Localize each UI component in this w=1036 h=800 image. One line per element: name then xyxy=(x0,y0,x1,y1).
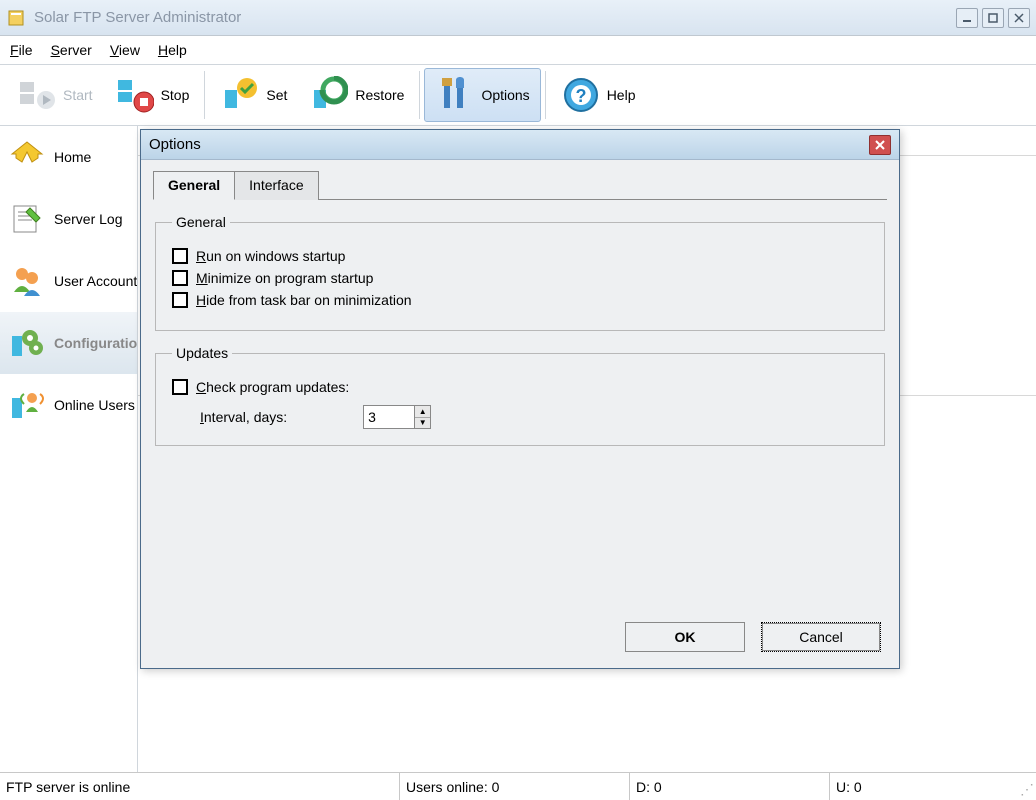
stop-button[interactable]: Stop xyxy=(104,68,201,122)
toolbar-separator xyxy=(204,71,205,119)
sidebar-item-label: Online Users xyxy=(54,397,135,413)
sidebar-item-online[interactable]: Online Users xyxy=(0,374,137,436)
sidebar-item-config[interactable]: Configuration xyxy=(0,312,137,374)
tab-general[interactable]: General xyxy=(153,171,235,200)
menu-view[interactable]: View xyxy=(110,42,140,58)
menu-file[interactable]: File xyxy=(10,42,33,58)
dialog-buttons: OK Cancel xyxy=(625,622,881,652)
restore-icon xyxy=(309,75,349,115)
hide-taskbar-row[interactable]: Hide from task bar on minimization xyxy=(172,292,868,308)
sidebar-item-label: Configuration xyxy=(54,335,137,351)
sidebar-item-label: Server Log xyxy=(54,211,122,227)
check-updates-checkbox[interactable] xyxy=(172,379,188,395)
maximize-button[interactable] xyxy=(982,8,1004,28)
sidebar-item-home[interactable]: Home xyxy=(0,126,137,188)
minimize-button[interactable] xyxy=(956,8,978,28)
check-updates-row[interactable]: Check program updates: xyxy=(172,379,868,395)
toolbar: Start Stop Set Restore Options ? Help xyxy=(0,64,1036,126)
help-label: Help xyxy=(607,87,636,103)
run-startup-checkbox[interactable] xyxy=(172,248,188,264)
log-icon xyxy=(8,200,46,238)
stop-icon xyxy=(115,75,155,115)
start-label: Start xyxy=(63,87,93,103)
run-startup-label: Run on windows startup xyxy=(196,248,345,264)
start-icon xyxy=(17,75,57,115)
config-icon xyxy=(8,324,46,362)
spinner-down[interactable]: ▼ xyxy=(415,418,430,429)
tabstrip: General Interface xyxy=(153,170,887,200)
hide-taskbar-checkbox[interactable] xyxy=(172,292,188,308)
app-icon xyxy=(6,8,26,28)
updates-legend: Updates xyxy=(172,345,232,361)
interval-input[interactable] xyxy=(364,406,414,428)
resize-grip[interactable]: ⋰ xyxy=(1018,773,1036,800)
menubar: File Server View Help xyxy=(0,36,1036,64)
close-button[interactable] xyxy=(1008,8,1030,28)
start-button[interactable]: Start xyxy=(6,68,104,122)
restore-button[interactable]: Restore xyxy=(298,68,415,122)
home-icon xyxy=(8,138,46,176)
options-dialog: Options General Interface General Run on… xyxy=(140,129,900,669)
min-startup-checkbox[interactable] xyxy=(172,270,188,286)
min-startup-label: Minimize on program startup xyxy=(196,270,373,286)
dialog-titlebar[interactable]: Options xyxy=(141,130,899,160)
updates-group: Updates Check program updates: Interval,… xyxy=(155,345,885,446)
min-startup-row[interactable]: Minimize on program startup xyxy=(172,270,868,286)
menu-help[interactable]: Help xyxy=(158,42,187,58)
dialog-close-button[interactable] xyxy=(869,135,891,155)
sidebar-item-users[interactable]: User Accounts xyxy=(0,250,137,312)
help-button[interactable]: ? Help xyxy=(550,68,647,122)
stop-label: Stop xyxy=(161,87,190,103)
set-label: Set xyxy=(266,87,287,103)
interval-spinner[interactable]: ▲ ▼ xyxy=(363,405,431,429)
help-icon: ? xyxy=(561,75,601,115)
sidebar-item-serverlog[interactable]: Server Log xyxy=(0,188,137,250)
status-d: D: 0 xyxy=(630,773,830,800)
spinner-buttons: ▲ ▼ xyxy=(414,406,430,428)
sidebar-item-label: User Accounts xyxy=(54,273,137,289)
svg-text:?: ? xyxy=(575,86,586,106)
status-u: U: 0 xyxy=(830,773,1018,800)
cancel-button[interactable]: Cancel xyxy=(761,622,881,652)
dialog-title: Options xyxy=(149,136,869,153)
interval-row: Interval, days: ▲ ▼ xyxy=(200,405,868,429)
dialog-body: General Interface General Run on windows… xyxy=(141,160,899,668)
menu-server[interactable]: Server xyxy=(51,42,92,58)
options-icon xyxy=(435,75,475,115)
statusbar: FTP server is online Users online: 0 D: … xyxy=(0,772,1036,800)
users-icon xyxy=(8,262,46,300)
options-button[interactable]: Options xyxy=(424,68,540,122)
set-icon xyxy=(220,75,260,115)
general-group: General Run on windows startup Minimize … xyxy=(155,214,885,331)
set-button[interactable]: Set xyxy=(209,68,298,122)
status-users: Users online: 0 xyxy=(400,773,630,800)
general-legend: General xyxy=(172,214,230,230)
run-startup-row[interactable]: Run on windows startup xyxy=(172,248,868,264)
toolbar-separator xyxy=(545,71,546,119)
window-titlebar: Solar FTP Server Administrator xyxy=(0,0,1036,36)
tab-interface[interactable]: Interface xyxy=(234,171,318,200)
sidebar-item-label: Home xyxy=(54,149,91,165)
hide-taskbar-label: Hide from task bar on minimization xyxy=(196,292,412,308)
sidebar: Home Server Log User Accounts Configurat… xyxy=(0,126,138,772)
toolbar-separator xyxy=(419,71,420,119)
ok-button[interactable]: OK xyxy=(625,622,745,652)
online-icon xyxy=(8,386,46,424)
interval-label: Interval, days: xyxy=(200,409,287,425)
check-updates-label: Check program updates: xyxy=(196,379,349,395)
spinner-up[interactable]: ▲ xyxy=(415,406,430,418)
window-controls xyxy=(956,8,1030,28)
window-title: Solar FTP Server Administrator xyxy=(34,9,956,26)
status-server: FTP server is online xyxy=(0,773,400,800)
options-label: Options xyxy=(481,87,529,103)
restore-label: Restore xyxy=(355,87,404,103)
